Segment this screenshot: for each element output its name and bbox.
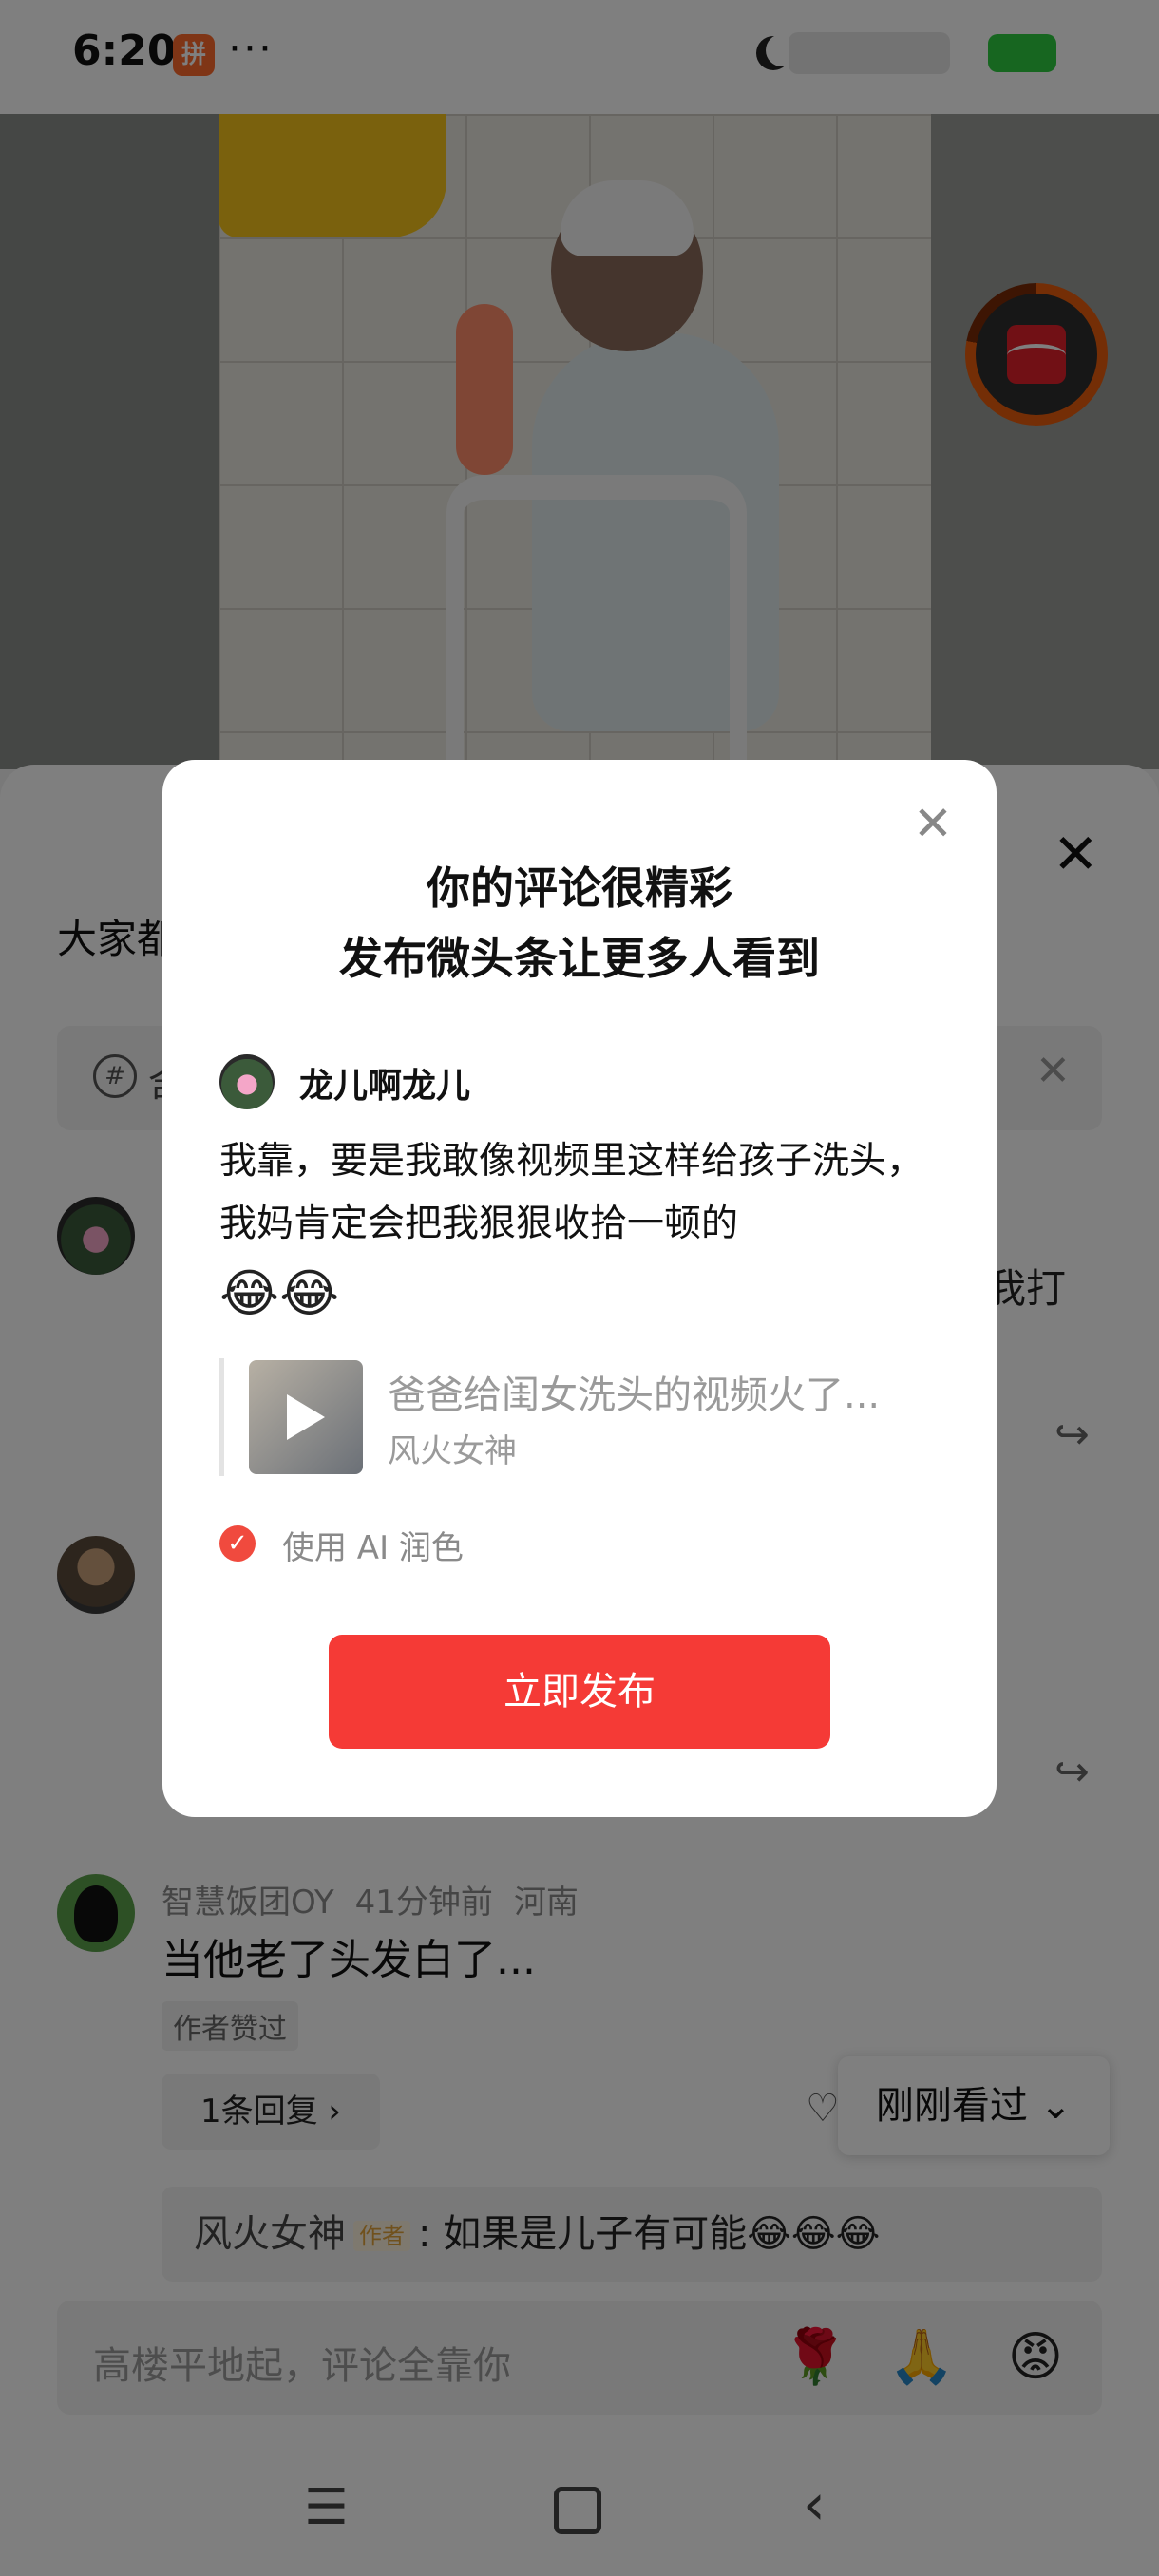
dialog-title-line1: 你的评论很精彩 bbox=[427, 862, 732, 914]
quoted-video[interactable]: 爸爸给闺女洗头的视频火了... 风火女神 bbox=[219, 1358, 946, 1476]
avatar bbox=[219, 1054, 275, 1109]
ai-polish-label[interactable]: 使用 AI 润色 bbox=[282, 1522, 464, 1568]
dialog-title-line2: 发布微头条让更多人看到 bbox=[339, 933, 820, 984]
dialog-title: 你的评论很精彩 发布微头条让更多人看到 bbox=[162, 853, 997, 994]
play-icon bbox=[287, 1394, 325, 1440]
publish-dialog: ✕ 你的评论很精彩 发布微头条让更多人看到 龙儿啊龙儿 我靠，要是我敢像视频里这… bbox=[162, 760, 997, 1817]
publish-button[interactable]: 立即发布 bbox=[329, 1635, 830, 1749]
quoted-video-author: 风火女神 bbox=[388, 1432, 517, 1470]
username: 龙儿啊龙儿 bbox=[299, 1067, 471, 1106]
comment-emojis: 😂😂 bbox=[219, 1263, 340, 1323]
comment-text: 我靠，要是我敢像视频里这样给孩子洗头，我妈肯定会把我狠狠收拾一顿的 bbox=[219, 1140, 924, 1245]
quoted-video-title: 爸爸给闺女洗头的视频火了... bbox=[388, 1373, 881, 1417]
ai-polish-checkbox[interactable]: ✓ bbox=[219, 1525, 256, 1562]
dialog-close-icon[interactable]: ✕ bbox=[913, 796, 953, 851]
video-thumbnail bbox=[249, 1360, 363, 1474]
